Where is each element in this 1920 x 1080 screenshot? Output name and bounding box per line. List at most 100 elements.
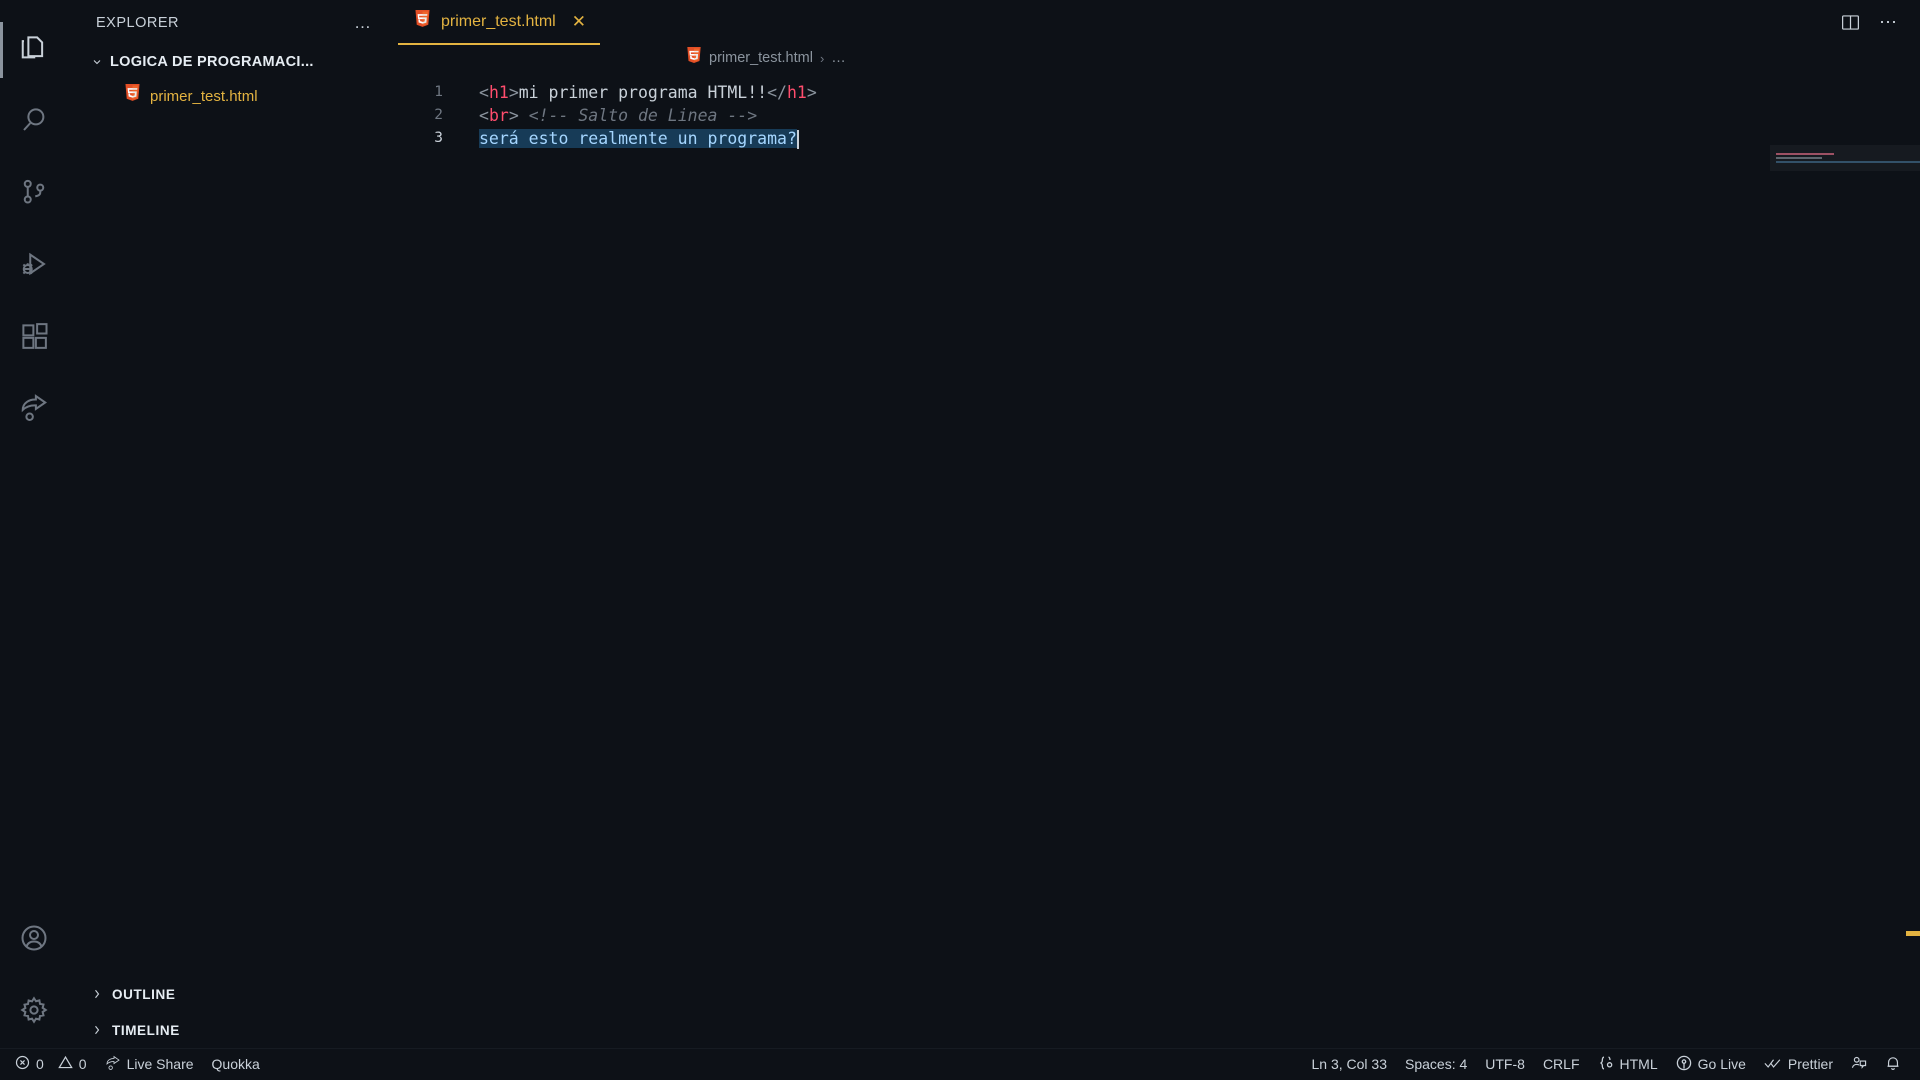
gear-icon [19,995,49,1030]
tab-bar: primer_test.html ✕ ⋯ [398,0,1920,45]
status-quokka-label: Quokka [211,1056,260,1072]
sidebar-section-label: TIMELINE [112,1022,180,1038]
code-token: > [806,83,817,102]
code-line[interactable]: 2 <br> <!-- Salto de Linea --> [398,104,1920,127]
explorer-file-primer-test-html[interactable]: primer_test.html [68,79,398,113]
run-debug-icon [19,249,49,284]
status-feedback[interactable] [1842,1048,1876,1080]
code-editor[interactable]: 1 <h1>mi primer programa HTML!!</h1> 2 <br>… [398,71,1920,1048]
html5-icon [686,47,702,69]
status-bar-right: Ln 3, Col 33 Spaces: 4 UTF-8 CRLF HTML G… [1303,1048,1911,1080]
status-notifications[interactable] [1876,1048,1910,1080]
chevron-right-icon [90,1024,104,1036]
breadcrumb-separator: › [819,50,825,66]
status-bar: 0 0 Live Share Quokka Ln 3, Col 33 Space… [0,1048,1920,1080]
explorer-file-label: primer_test.html [150,87,258,105]
search-icon [19,105,49,140]
braces-icon [1598,1055,1614,1074]
code-token: br [488,106,509,125]
vscode-window: EXPLORER … LOGICA DE PROGRAMACI... prime… [0,0,1920,1080]
code-token: > [508,83,519,102]
status-quokka[interactable]: Quokka [203,1048,269,1080]
status-encoding-label: UTF-8 [1485,1056,1525,1072]
status-eol[interactable]: CRLF [1534,1048,1589,1080]
workbench-body: EXPLORER … LOGICA DE PROGRAMACI... prime… [0,0,1920,1048]
activity-item-search[interactable] [0,86,68,158]
status-cursor-position[interactable]: Ln 3, Col 33 [1303,1048,1397,1080]
breadcrumb: primer_test.html › … [398,45,1920,71]
activity-bar [0,0,68,1048]
code-line[interactable]: 3 será esto realmente un programa? [398,127,1920,150]
minimap[interactable] [1770,71,1920,1048]
sidebar-more-actions-icon[interactable]: … [340,13,386,33]
activity-item-manage[interactable] [0,976,68,1048]
activity-item-extensions[interactable] [0,302,68,374]
line-number: 1 [434,84,443,100]
line-number: 3 [434,130,443,146]
code-token: h1 [786,83,807,102]
status-encoding[interactable]: UTF-8 [1476,1048,1534,1080]
checks-icon [1764,1056,1782,1073]
line-number: 2 [434,107,443,123]
code-token: </ [767,83,787,102]
status-indentation[interactable]: Spaces: 4 [1396,1048,1476,1080]
sidebar: EXPLORER … LOGICA DE PROGRAMACI... prime… [68,0,398,1048]
code-token: > [508,106,519,125]
editor-actions: ⋯ [1840,0,1920,45]
code-token: mi primer programa HTML!! [518,83,768,102]
activity-item-explorer[interactable] [0,14,68,86]
status-problems[interactable]: 0 0 [6,1048,96,1080]
live-share-icon [19,393,49,428]
code-token: h1 [488,83,509,102]
tab-primer-test-html[interactable]: primer_test.html ✕ [398,0,600,45]
error-icon [15,1055,30,1073]
status-prettier[interactable]: Prettier [1755,1048,1842,1080]
html5-icon [124,84,141,108]
live-share-icon [105,1055,121,1074]
activity-item-run-debug[interactable] [0,230,68,302]
activity-item-live-share[interactable] [0,374,68,446]
status-eol-label: CRLF [1542,1056,1580,1072]
status-warnings-count: 0 [78,1056,87,1072]
status-language-mode[interactable]: HTML [1589,1048,1667,1080]
feedback-icon [1851,1055,1867,1074]
status-go-live[interactable]: Go Live [1667,1048,1755,1080]
explorer-folder-label: LOGICA DE PROGRAMACI... [110,54,314,70]
extensions-icon [19,321,49,356]
code-token: < [479,83,489,102]
activity-item-source-control[interactable] [0,158,68,230]
source-control-icon [19,177,49,212]
status-cursor-position-label: Ln 3, Col 33 [1311,1056,1388,1072]
html5-icon [414,9,431,34]
code-line-text: <h1>mi primer programa HTML!!</h1> [443,81,817,104]
sidebar-section-outline[interactable]: OUTLINE [68,976,398,1012]
breadcrumb-item-more[interactable]: … [831,50,846,66]
chevron-down-icon [90,56,104,68]
sidebar-section-timeline[interactable]: TIMELINE [68,1012,398,1048]
activity-item-accounts[interactable] [0,904,68,976]
status-problems-count: 0 [36,1056,44,1072]
warning-icon [58,1055,73,1073]
sidebar-section-label: OUTLINE [112,986,176,1002]
breadcrumb-item-file[interactable]: primer_test.html [709,50,813,66]
broadcast-icon [1676,1055,1692,1074]
code-line[interactable]: 1 <h1>mi primer programa HTML!!</h1> [398,81,1920,104]
sidebar-header: EXPLORER … [68,0,398,45]
code-token: será esto realmente un programa? [479,129,797,148]
code-token: < [479,106,489,125]
chevron-right-icon [90,988,104,1000]
split-editor-icon[interactable] [1840,12,1861,33]
status-bar-left: 0 0 Live Share Quokka [6,1048,269,1080]
editor-more-actions-icon[interactable]: ⋯ [1879,12,1898,33]
status-go-live-label: Go Live [1697,1056,1746,1072]
close-icon[interactable]: ✕ [572,13,586,30]
status-language-mode-label: HTML [1619,1056,1658,1072]
files-icon [19,33,49,68]
status-prettier-label: Prettier [1787,1056,1833,1072]
editor-group: primer_test.html ✕ ⋯ primer_test.html › … [398,0,1920,1048]
explorer-folder-root[interactable]: LOGICA DE PROGRAMACI... [68,45,398,79]
code-line-text: <br> <!-- Salto de Linea --> [443,104,757,127]
status-live-share[interactable]: Live Share [96,1048,203,1080]
